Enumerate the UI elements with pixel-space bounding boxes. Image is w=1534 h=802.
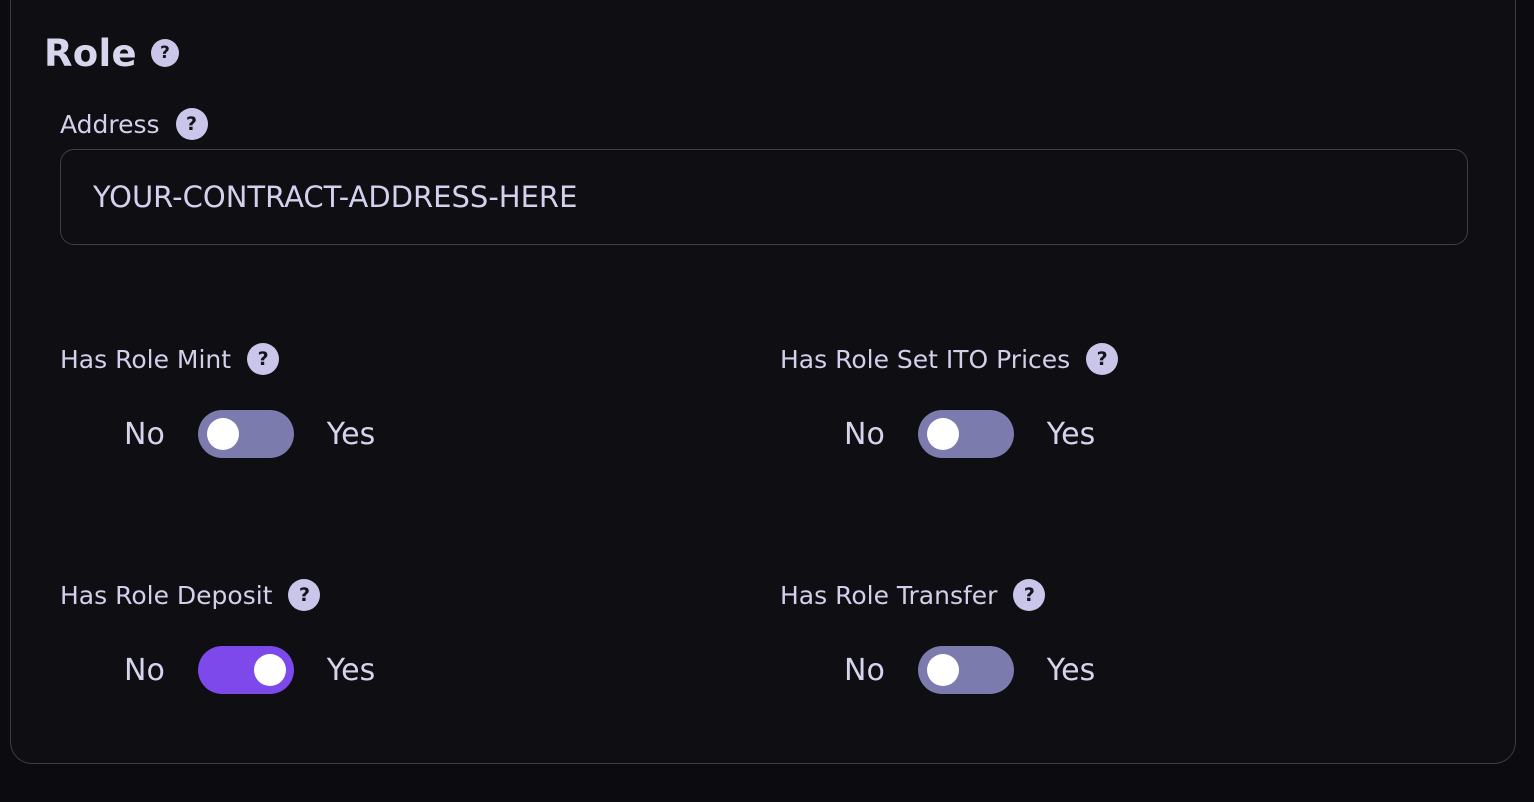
toggle-yes-label: Yes bbox=[326, 652, 376, 688]
has-role-deposit-label: Has Role Deposit bbox=[60, 580, 273, 610]
help-icon[interactable]: ? bbox=[150, 39, 179, 67]
has-role-transfer-label: Has Role Transfer bbox=[780, 580, 998, 610]
has-role-set-ito-prices-label-row: Has Role Set ITO Prices ? bbox=[780, 341, 1119, 377]
address-input[interactable] bbox=[60, 149, 1468, 245]
has-role-transfer-label-row: Has Role Transfer ? bbox=[780, 577, 1046, 613]
switch-knob bbox=[926, 418, 959, 450]
toggle-no-label: No bbox=[124, 652, 165, 688]
address-label-row: Address ? bbox=[60, 106, 208, 142]
section-header: Role ? bbox=[44, 30, 179, 76]
toggle-yes-label: Yes bbox=[1046, 416, 1096, 452]
has-role-deposit-toggle-row: No Yes bbox=[124, 645, 375, 695]
has-role-mint-label-row: Has Role Mint ? bbox=[60, 341, 280, 377]
toggle-yes-label: Yes bbox=[326, 416, 376, 452]
has-role-transfer-toggle-row: No Yes bbox=[844, 645, 1095, 695]
has-role-mint-switch[interactable] bbox=[197, 410, 294, 458]
help-icon[interactable]: ? bbox=[175, 108, 208, 140]
has-role-set-ito-prices-toggle-row: No Yes bbox=[844, 409, 1095, 459]
has-role-mint-label: Has Role Mint bbox=[60, 344, 232, 374]
has-role-deposit-label-row: Has Role Deposit ? bbox=[60, 577, 321, 613]
address-label: Address bbox=[60, 109, 160, 139]
has-role-mint-toggle-row: No Yes bbox=[124, 409, 375, 459]
has-role-set-ito-prices-label: Has Role Set ITO Prices bbox=[780, 344, 1071, 374]
help-icon[interactable]: ? bbox=[1086, 343, 1119, 375]
toggle-no-label: No bbox=[844, 652, 885, 688]
switch-knob bbox=[926, 654, 959, 686]
toggle-no-label: No bbox=[844, 416, 885, 452]
has-role-deposit-switch[interactable] bbox=[197, 646, 294, 694]
switch-knob bbox=[253, 654, 286, 686]
has-role-set-ito-prices-switch[interactable] bbox=[917, 410, 1014, 458]
switch-knob bbox=[206, 418, 239, 450]
toggle-no-label: No bbox=[124, 416, 165, 452]
toggle-yes-label: Yes bbox=[1046, 652, 1096, 688]
help-icon[interactable]: ? bbox=[247, 343, 280, 375]
section-title: Role bbox=[44, 31, 137, 75]
help-icon[interactable]: ? bbox=[288, 579, 321, 611]
has-role-transfer-switch[interactable] bbox=[917, 646, 1014, 694]
help-icon[interactable]: ? bbox=[1013, 579, 1046, 611]
